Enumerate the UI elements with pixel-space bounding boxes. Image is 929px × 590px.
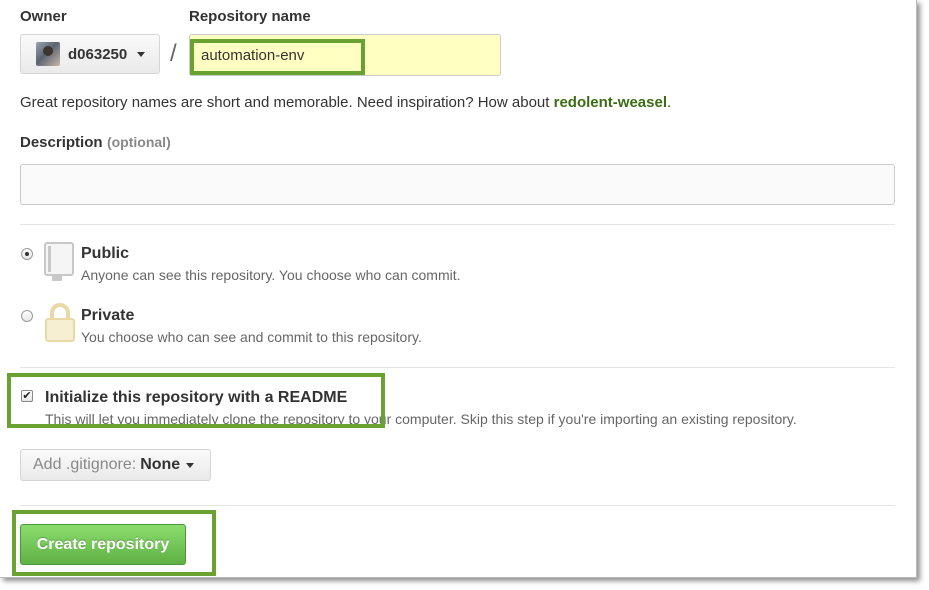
lock-icon	[45, 303, 75, 342]
owner-label: Owner	[20, 8, 67, 25]
optional-tag: (optional)	[106, 134, 171, 150]
hint-text: Great repository names are short and mem…	[20, 94, 554, 111]
highlight-box-create	[12, 510, 216, 576]
gitignore-select-button[interactable]: Add .gitignore: None	[20, 449, 211, 481]
highlight-box-repo-name	[190, 39, 365, 75]
chevron-down-icon	[186, 462, 195, 468]
chevron-down-icon	[137, 51, 146, 57]
description-input[interactable]	[20, 164, 895, 205]
suggested-name-link[interactable]: redolent-weasel	[554, 94, 667, 111]
repo-name-label: Repository name	[189, 8, 311, 25]
description-label-text: Description	[20, 134, 103, 151]
gitignore-value: None	[140, 456, 181, 473]
highlight-box-readme	[7, 373, 385, 428]
divider	[20, 367, 895, 368]
private-title: Private	[81, 307, 135, 324]
repo-name-hint: Great repository names are short and mem…	[20, 94, 671, 111]
divider	[20, 224, 895, 225]
private-radio[interactable]	[21, 310, 33, 322]
hint-suffix: .	[666, 94, 672, 111]
public-title: Public	[81, 245, 130, 262]
gitignore-prefix: Add .gitignore:	[33, 456, 137, 473]
owner-select-button[interactable]: d063250	[20, 34, 160, 74]
owner-repo-separator: /	[170, 40, 177, 67]
description-label: Description (optional)	[20, 134, 171, 152]
repo-book-icon	[44, 242, 74, 281]
public-radio[interactable]	[21, 248, 33, 260]
create-repo-form: Owner Repository name d063250 / Great re…	[0, 0, 917, 578]
avatar	[36, 42, 60, 66]
private-subtitle: You choose who can see and commit to thi…	[81, 329, 422, 345]
public-subtitle: Anyone can see this repository. You choo…	[81, 267, 461, 283]
owner-value: d063250	[68, 45, 128, 63]
divider	[20, 505, 895, 506]
